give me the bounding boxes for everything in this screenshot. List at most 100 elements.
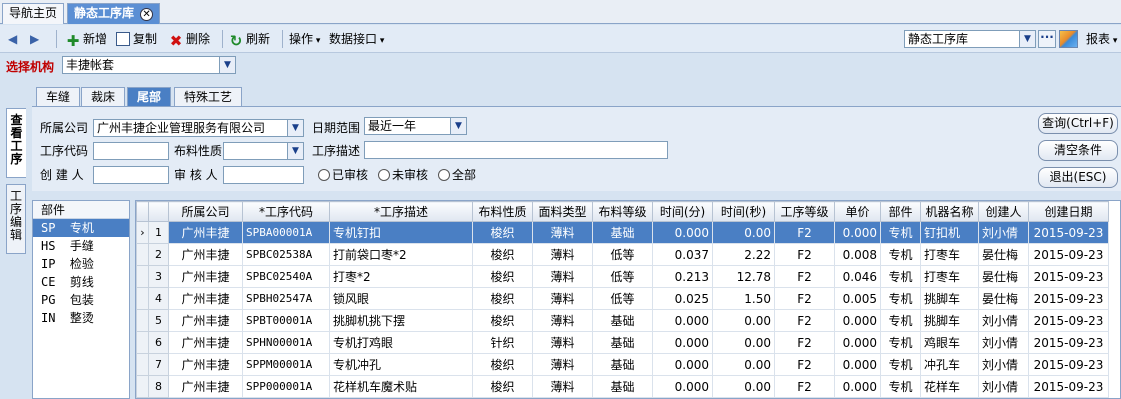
category-item-hs[interactable]: HS 手缝	[33, 237, 129, 255]
radio-all[interactable]: 全部	[438, 166, 476, 184]
column-header[interactable]: 面料类型	[532, 201, 593, 222]
cell-creator[interactable]: 刘小倩	[978, 331, 1029, 354]
cell-sec[interactable]: 0.00	[712, 353, 775, 376]
exit-button[interactable]: 退出(ESC)	[1038, 167, 1118, 188]
column-header[interactable]: 机器名称	[920, 201, 979, 222]
cell-sec[interactable]: 1.50	[712, 287, 775, 310]
cell-code[interactable]: SPHN00001A	[242, 331, 330, 354]
table-row[interactable]: 4 广州丰捷 SPBH02547A 锁风眼 梭织 薄料 低等 0.025 1.50 F2 0.005…	[136, 287, 1109, 310]
data-interface-menu[interactable]: 数据接口 ▾	[329, 29, 384, 49]
cell-grade[interactable]: 低等	[592, 243, 653, 266]
cell-level[interactable]: F2	[774, 353, 835, 376]
cell-date[interactable]: 2015-09-23	[1028, 287, 1109, 310]
cell-min[interactable]: 0.000	[652, 221, 713, 244]
cell-desc[interactable]: 花样机车魔术贴	[329, 375, 473, 398]
cell-sec[interactable]: 0.00	[712, 375, 775, 398]
cell-min[interactable]: 0.000	[652, 331, 713, 354]
cell-material[interactable]: 梭织	[472, 243, 533, 266]
subtab-finishing[interactable]: 尾部	[127, 87, 172, 106]
cell-company[interactable]: 广州丰捷	[168, 309, 243, 332]
back-arrow-icon[interactable]: ◀	[8, 29, 17, 49]
cell-company[interactable]: 广州丰捷	[168, 243, 243, 266]
cell-machine[interactable]: 鸡眼车	[920, 331, 979, 354]
cell-material[interactable]: 梭织	[472, 353, 533, 376]
cell-part[interactable]: 专机	[880, 265, 921, 288]
cell-machine[interactable]: 打枣车	[920, 265, 979, 288]
cell-part[interactable]: 专机	[880, 243, 921, 266]
cell-company[interactable]: 广州丰捷	[168, 353, 243, 376]
clear-conditions-button[interactable]: 清空条件	[1038, 140, 1118, 161]
operations-menu[interactable]: 操作 ▾	[289, 29, 320, 49]
table-row[interactable]: › 1 广州丰捷 SPBA00001A 专机钉扣 梭织 薄料 基础 0.000 0.00 F2 0.0…	[136, 221, 1109, 244]
cell-code[interactable]: SPBT00001A	[242, 309, 330, 332]
column-header[interactable]: 时间(分)	[652, 201, 713, 222]
org-select[interactable]: 丰捷帐套 ▼	[62, 56, 236, 74]
query-button[interactable]: 查询(Ctrl+F)	[1038, 113, 1118, 134]
cell-min[interactable]: 0.000	[652, 353, 713, 376]
column-header[interactable]: 单价	[834, 201, 881, 222]
cell-code[interactable]: SPBH02547A	[242, 287, 330, 310]
cell-desc[interactable]: 专机冲孔	[329, 353, 473, 376]
cell-grade[interactable]: 基础	[592, 309, 653, 332]
cell-grade[interactable]: 基础	[592, 353, 653, 376]
cell-creator[interactable]: 晏仕梅	[978, 265, 1029, 288]
report-menu[interactable]: 报表 ▾	[1086, 29, 1117, 49]
sidetab-edit-process[interactable]: 工序编辑	[6, 184, 26, 254]
cell-desc[interactable]: 打前袋口枣*2	[329, 243, 473, 266]
cell-material[interactable]: 梭织	[472, 309, 533, 332]
cell-material[interactable]: 梭织	[472, 221, 533, 244]
subtab-sewing[interactable]: 车缝	[36, 87, 81, 106]
cell-part[interactable]: 专机	[880, 221, 921, 244]
cell-date[interactable]: 2015-09-23	[1028, 353, 1109, 376]
cell-material[interactable]: 梭织	[472, 375, 533, 398]
cell-price[interactable]: 0.008	[834, 243, 881, 266]
category-item-ip[interactable]: IP 检验	[33, 255, 129, 273]
cell-desc[interactable]: 专机钉扣	[329, 221, 473, 244]
table-row[interactable]: 3 广州丰捷 SPBC02540A 打枣*2 梭织 薄料 低等 0.213 12.78 F2 0.0…	[136, 265, 1109, 288]
cell-part[interactable]: 专机	[880, 375, 921, 398]
cell-creator[interactable]: 刘小倩	[978, 221, 1029, 244]
forward-arrow-icon[interactable]: ▶	[30, 29, 39, 49]
tab-home[interactable]: 导航主页	[2, 3, 65, 24]
reviewer-input[interactable]	[223, 166, 304, 184]
cell-sec[interactable]: 2.22	[712, 243, 775, 266]
cell-grade[interactable]: 低等	[592, 287, 653, 310]
cell-sec[interactable]: 0.00	[712, 331, 775, 354]
cell-code[interactable]: SPBA00001A	[242, 221, 330, 244]
subtab-special-process[interactable]: 特殊工艺	[174, 87, 243, 106]
cell-part[interactable]: 专机	[880, 331, 921, 354]
cell-fabric[interactable]: 薄料	[532, 287, 593, 310]
creator-input[interactable]	[93, 166, 169, 184]
cell-desc[interactable]: 专机打鸡眼	[329, 331, 473, 354]
cell-desc[interactable]: 挑脚机挑下摆	[329, 309, 473, 332]
cell-min[interactable]: 0.037	[652, 243, 713, 266]
material-type-select[interactable]: ▼	[223, 142, 304, 160]
cell-level[interactable]: F2	[774, 243, 835, 266]
cell-min[interactable]: 0.213	[652, 265, 713, 288]
cell-date[interactable]: 2015-09-23	[1028, 375, 1109, 398]
chart-icon[interactable]	[1059, 30, 1078, 48]
cell-price[interactable]: 0.000	[834, 375, 881, 398]
cell-fabric[interactable]: 薄料	[532, 243, 593, 266]
cell-fabric[interactable]: 薄料	[532, 309, 593, 332]
cell-part[interactable]: 专机	[880, 309, 921, 332]
cell-level[interactable]: F2	[774, 375, 835, 398]
cell-company[interactable]: 广州丰捷	[168, 265, 243, 288]
more-options-button[interactable]: ···	[1038, 30, 1056, 48]
cell-grade[interactable]: 低等	[592, 265, 653, 288]
new-button[interactable]: ✚ 新增	[66, 29, 107, 49]
copy-button[interactable]: 复制	[116, 29, 157, 49]
cell-code[interactable]: SPP000001A	[242, 375, 330, 398]
date-range-select[interactable]: 最近一年 ▼	[364, 117, 467, 135]
cell-part[interactable]: 专机	[880, 353, 921, 376]
cell-sec[interactable]: 0.00	[712, 221, 775, 244]
table-row[interactable]: 7 广州丰捷 SPPM00001A 专机冲孔 梭织 薄料 基础 0.000 0.00 F2 0.00…	[136, 353, 1109, 376]
cell-level[interactable]: F2	[774, 221, 835, 244]
refresh-button[interactable]: ↻ 刷新	[229, 29, 270, 49]
company-select[interactable]: 广州丰捷企业管理服务有限公司 ▼	[93, 119, 304, 137]
cell-company[interactable]: 广州丰捷	[168, 331, 243, 354]
delete-button[interactable]: ✖ 删除	[169, 29, 210, 49]
cell-price[interactable]: 0.000	[834, 221, 881, 244]
cell-part[interactable]: 专机	[880, 287, 921, 310]
column-header[interactable]: *工序代码	[242, 201, 330, 222]
